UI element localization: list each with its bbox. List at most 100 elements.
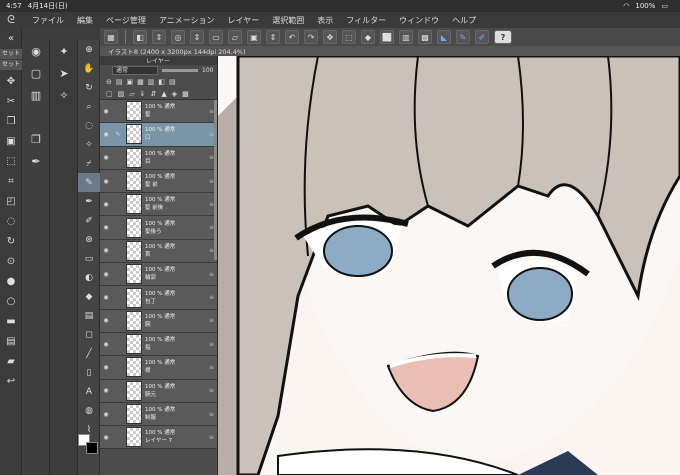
layer-row[interactable]: ◉ 100 % 通常髪 前 ≡ [100, 169, 217, 194]
brush-tool-icon[interactable]: ✐ [78, 211, 100, 230]
layer-row[interactable]: ◉ 100 % 通常 腕元 ≡ [100, 379, 217, 403]
menu-layer[interactable]: レイヤー [228, 15, 260, 26]
blank-tool-icon[interactable] [22, 106, 50, 128]
folder-icon[interactable]: ▱ [228, 30, 242, 44]
new-layer-icon[interactable]: ▢ [106, 90, 113, 98]
layer-row[interactable]: ◉ 100 % 通常 包丁 ≡ [100, 286, 217, 310]
pen-tool-icon[interactable]: ✒ [78, 192, 100, 211]
hand-icon[interactable]: ✋ [78, 59, 100, 78]
trash-icon[interactable]: ▩ [182, 90, 189, 98]
eye-icon[interactable]: ◉ [100, 341, 112, 348]
menu-view[interactable]: 表示 [317, 15, 333, 26]
swirl-icon[interactable]: ◎ [171, 30, 185, 44]
undo-icon[interactable]: ↶ [285, 30, 299, 44]
clip-icon[interactable]: ⊖ [106, 78, 112, 86]
layer-row[interactable]: ◉ 100 % 通常髪 前後 ≡ [100, 193, 217, 217]
eye-icon[interactable]: ◉ [100, 387, 112, 394]
sparkle-icon[interactable]: ✦ [50, 40, 78, 62]
spinner-icon-3[interactable]: ⇕ [266, 30, 280, 44]
spinner-icon[interactable]: ⇕ [152, 30, 166, 44]
undo-arrow-icon[interactable]: ↩ [0, 371, 22, 391]
layer-mask-icon[interactable]: ▬ [0, 311, 22, 331]
blank-icon[interactable]: ○ [0, 291, 22, 311]
grid-toggle-icon[interactable]: ▩ [418, 30, 432, 44]
fill-icon[interactable]: ◆ [361, 30, 375, 44]
draft-icon[interactable]: ▦ [137, 78, 144, 86]
scissors-icon[interactable]: ✂ [0, 91, 22, 111]
opacity-slider[interactable] [162, 69, 198, 72]
menu-selection[interactable]: 選択範囲 [272, 15, 304, 26]
open-folder-icon[interactable]: ▭ [209, 30, 223, 44]
instagram-icon[interactable]: ▢ [22, 62, 50, 84]
pen-tool-icon[interactable]: ✒ [22, 150, 50, 172]
paste-icon[interactable]: ▣ [0, 131, 22, 151]
menu-page[interactable]: ページ管理 [106, 15, 146, 26]
frame-icon[interactable]: ▯ [78, 363, 100, 382]
move-icon[interactable]: ✥ [323, 30, 337, 44]
layer-row[interactable]: ◉ 100 % 通常 レイヤー 7 ≡ [100, 426, 217, 450]
layer-menu-icon[interactable]: ≡ [209, 294, 214, 301]
palette-icon[interactable]: ◧ [158, 78, 165, 86]
layer-row[interactable]: ◉ 100 % 通常首 ≡ [100, 239, 217, 264]
eye-icon[interactable]: ◉ [100, 224, 112, 231]
ref-icon[interactable]: ▣ [127, 78, 134, 86]
menu-window[interactable]: ウィンドウ [399, 15, 439, 26]
search-icon[interactable]: ⌕ [78, 97, 100, 116]
menu-file[interactable]: ファイル [32, 15, 64, 26]
drawing-canvas[interactable] [218, 56, 680, 475]
lock-icon[interactable]: ▤ [116, 78, 123, 86]
layer-row[interactable]: ◉ 100 % 通常目 ≡ [100, 146, 217, 170]
eye-icon[interactable]: ◉ [100, 317, 112, 324]
balloon-icon[interactable]: ◍ [78, 401, 100, 420]
help-icon[interactable]: ? [494, 30, 512, 44]
airbrush-icon[interactable]: ⊛ [78, 230, 100, 249]
brush-icon[interactable]: ✐ [475, 30, 489, 44]
eye-icon[interactable]: ◉ [100, 411, 112, 418]
eye-icon[interactable]: ◉ [100, 201, 112, 208]
copy-icon[interactable]: ❐ [0, 111, 22, 131]
chevron-left-icon[interactable]: « [0, 28, 22, 48]
cursor-icon[interactable]: ➤ [50, 62, 78, 84]
zoom-icon[interactable]: ⊙ [0, 251, 22, 271]
transfer-icon[interactable]: ⇵ [151, 90, 157, 98]
delete-icon[interactable]: ▲ [161, 90, 166, 98]
ruler-tool-icon[interactable]: ▰ [0, 351, 22, 371]
spinner-icon-2[interactable]: ⇕ [190, 30, 204, 44]
layer-row[interactable]: ◉ 100 % 通常 髪 ≡ [100, 100, 217, 124]
save-icon[interactable]: ▣ [247, 30, 261, 44]
new-vector-icon[interactable]: ▨ [118, 90, 125, 98]
layer-menu-icon[interactable]: ≡ [209, 434, 214, 441]
menu-edit[interactable]: 編集 [77, 15, 93, 26]
layer-scrollbar[interactable] [214, 100, 217, 260]
blend-mode-select[interactable]: 通常 [112, 66, 158, 75]
merge-icon[interactable]: ⇓ [140, 90, 146, 98]
mask-icon[interactable]: ▥ [148, 78, 155, 86]
text-icon[interactable]: A [78, 382, 100, 401]
pen-edit-icon[interactable]: ✎ [112, 131, 124, 138]
menu-help[interactable]: ヘルプ [452, 15, 476, 26]
fill-bucket-icon[interactable]: ◆ [78, 287, 100, 306]
eyedropper-icon[interactable]: ⌿ [78, 154, 100, 173]
layer-row[interactable]: ◉ 100 % 通常 髪後ろ ≡ [100, 216, 217, 240]
layer-row[interactable]: ◉ 100 % 通常指 ≡ [100, 332, 217, 357]
zoom-tool-icon[interactable]: ⊕ [78, 40, 100, 59]
layer-row[interactable]: ◉ 100 % 通常 輪郭 ≡ [100, 263, 217, 287]
eraser-icon[interactable]: ▭ [78, 249, 100, 268]
layer-menu-icon[interactable]: ≡ [209, 271, 214, 278]
list-icon[interactable]: ▤ [169, 78, 176, 86]
layer-row[interactable]: ◉ 100 % 通常 制服 ≡ [100, 402, 217, 427]
layer-menu-icon[interactable]: ≡ [209, 364, 214, 371]
redo-icon[interactable]: ↷ [304, 30, 318, 44]
new-file-icon[interactable]: ◧ [133, 30, 147, 44]
gradient-icon[interactable]: ▤ [0, 331, 22, 351]
rotate-tool-icon[interactable]: ↻ [78, 78, 100, 97]
layer-menu-icon[interactable]: ≡ [209, 387, 214, 394]
layer-row[interactable]: ◉ 100 % 通常腕 ≡ [100, 309, 217, 333]
color-swatches[interactable] [78, 434, 100, 470]
lasso-icon[interactable]: ◌ [0, 211, 22, 231]
color-set-icon[interactable]: ▥ [22, 84, 50, 106]
canvas-tab[interactable]: イラスト8 (2400 x 3200px 144dpi 204.4%) [100, 46, 680, 56]
pencil-icon[interactable]: ✎ [78, 173, 100, 192]
transform-icon[interactable]: ⬚ [0, 151, 22, 171]
sparkle-icon-2[interactable]: ✧ [50, 84, 78, 106]
